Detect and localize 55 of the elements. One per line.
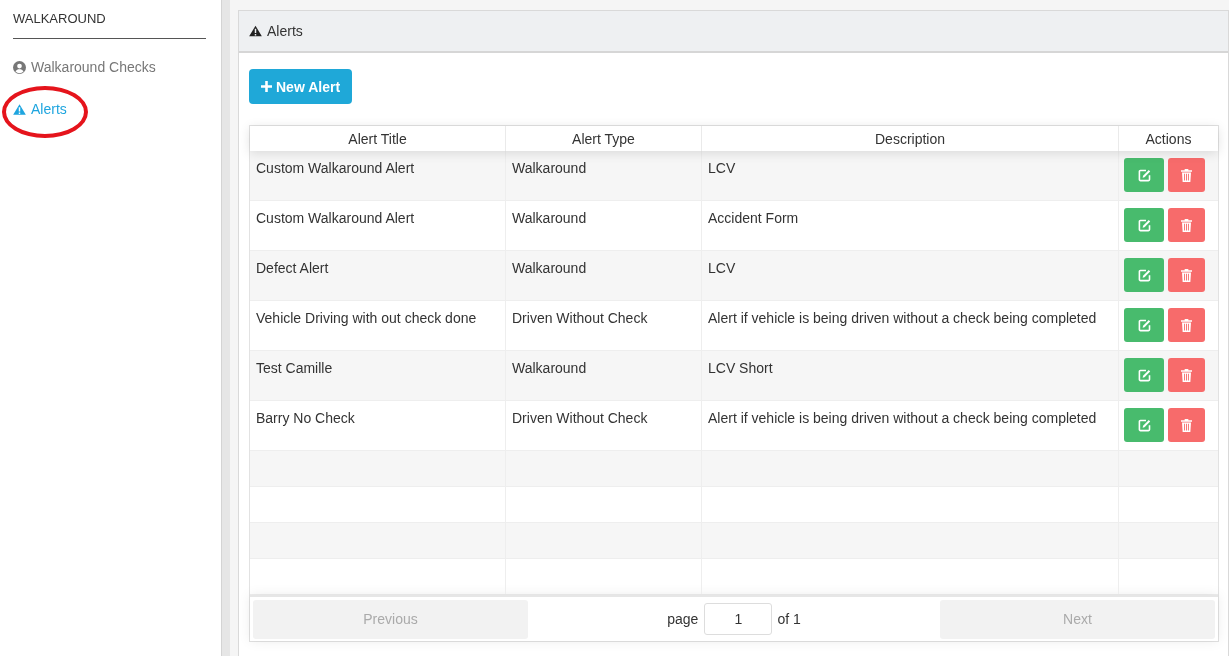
delete-button[interactable] — [1168, 208, 1205, 242]
edit-icon — [1137, 218, 1151, 232]
edit-icon — [1137, 418, 1151, 432]
table-cell: LCV Short — [708, 360, 773, 376]
trash-icon — [1181, 218, 1192, 232]
plus-icon — [261, 81, 272, 92]
table-cell: Walkaround — [512, 210, 587, 226]
table-cell: LCV — [708, 160, 736, 176]
new-alert-button[interactable]: New Alert — [249, 69, 353, 104]
edit-icon — [1137, 268, 1151, 282]
warning-icon — [13, 103, 26, 116]
delete-button[interactable] — [1168, 358, 1205, 392]
edit-button[interactable] — [1124, 308, 1164, 342]
sidebar-item[interactable]: Alerts — [13, 101, 67, 118]
table-cell: Walkaround — [512, 360, 587, 376]
delete-button[interactable] — [1168, 308, 1205, 342]
trash-icon — [1181, 168, 1192, 182]
table-cell: Walkaround — [512, 260, 587, 276]
table-cell: Driven Without Check — [512, 410, 648, 426]
panel-title: Alerts — [267, 23, 303, 39]
edit-icon — [1137, 318, 1151, 332]
table-cell: Defect Alert — [256, 260, 329, 276]
table-cell: Driven Without Check — [512, 310, 648, 326]
edit-button[interactable] — [1124, 158, 1164, 192]
page-label: page — [667, 611, 699, 627]
column-header: Actions — [1144, 129, 1193, 149]
page-count: of 1 — [777, 611, 801, 627]
delete-button[interactable] — [1168, 158, 1205, 192]
edit-button[interactable] — [1124, 358, 1164, 392]
delete-button[interactable] — [1168, 258, 1205, 292]
table-cell: Alert if vehicle is being driven without a check being completed — [708, 310, 1097, 326]
trash-icon — [1181, 368, 1192, 382]
delete-button[interactable] — [1168, 408, 1205, 442]
edit-button[interactable] — [1124, 208, 1164, 242]
table-cell: LCV — [708, 260, 736, 276]
table-cell: Walkaround — [512, 160, 587, 176]
sidebar-item[interactable]: Walkaround Checks — [13, 59, 156, 76]
table-cell: Custom Walkaround Alert — [256, 210, 415, 226]
table-cell: Barry No Check — [256, 410, 355, 426]
sidebar-heading: WALKAROUND — [13, 11, 206, 39]
warning-icon — [249, 25, 262, 37]
table-cell: Vehicle Driving with out check done — [256, 310, 477, 326]
trash-icon — [1181, 418, 1192, 432]
table-cell: Custom Walkaround Alert — [256, 160, 415, 176]
trash-icon — [1181, 268, 1192, 282]
edit-icon — [1137, 368, 1151, 382]
table-cell: Alert if vehicle is being driven without a check being completed — [708, 410, 1097, 426]
user-icon — [13, 61, 26, 74]
table-cell: Test Camille — [256, 360, 333, 376]
edit-icon — [1137, 168, 1151, 182]
edit-button[interactable] — [1124, 408, 1164, 442]
trash-icon — [1181, 318, 1192, 332]
table-cell: Accident Form — [708, 210, 799, 226]
page-input[interactable]: 1 — [704, 603, 773, 635]
edit-button[interactable] — [1124, 258, 1164, 292]
